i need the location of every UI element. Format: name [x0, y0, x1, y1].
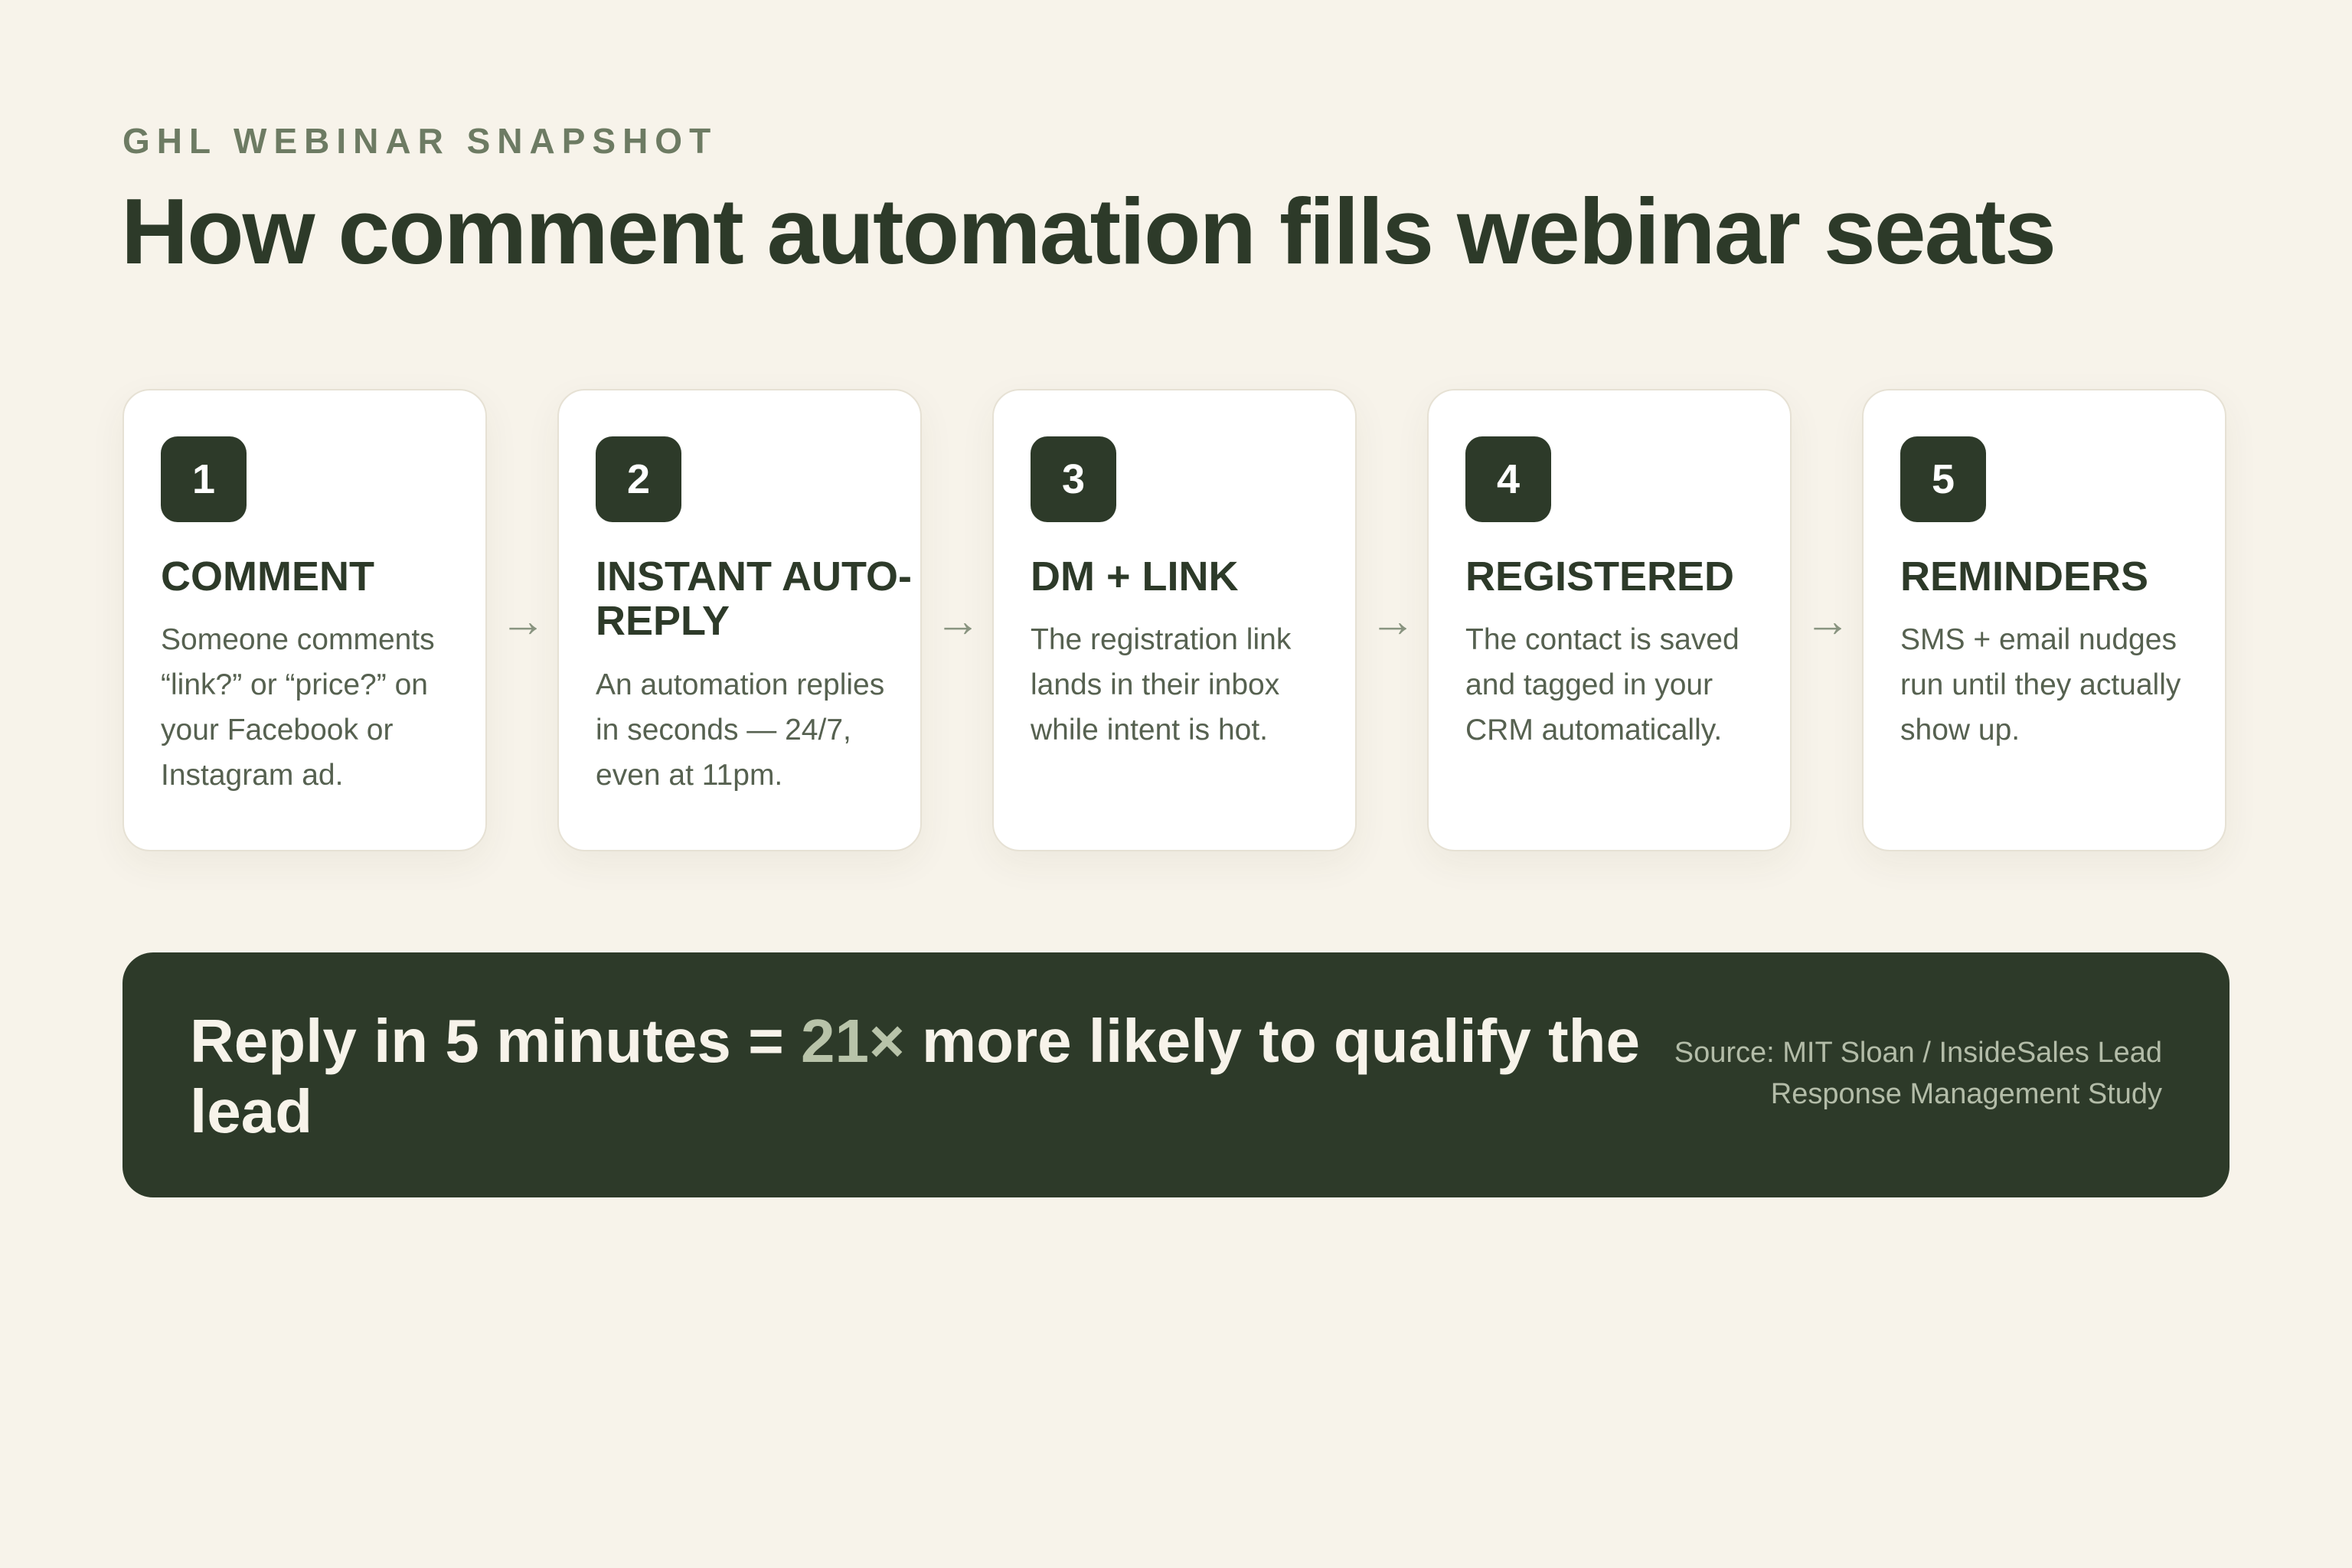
step-description: The registration link lands in their inb… — [1031, 623, 1292, 746]
step-title: DM + LINK — [1031, 554, 1239, 599]
step-description: SMS + email nudges run until they actual… — [1900, 623, 2181, 746]
arrow-right-icon: → — [1805, 595, 1851, 646]
step-description: The contact is saved and tagged in your … — [1465, 623, 1740, 746]
steps-flow: 1 COMMENT Someone comments “link?” or “p… — [122, 389, 2230, 854]
arrow-right-icon: → — [1370, 595, 1416, 646]
step-title: INSTANT AUTO-REPLY — [596, 554, 912, 644]
stat-multiplier: 21× — [801, 1007, 905, 1075]
step-title: REMINDERS — [1900, 554, 2149, 599]
step-number-badge: 5 — [1900, 436, 1986, 522]
stat-banner: Reply in 5 minutes = 21× more likely to … — [122, 952, 2230, 1197]
step-description: Someone comments “link?” or “price?” on … — [161, 623, 435, 792]
step-title: COMMENT — [161, 554, 374, 599]
step-number-badge: 3 — [1031, 436, 1116, 522]
arrow-right-icon: → — [935, 595, 981, 646]
page-title: How comment automation fills webinar sea… — [121, 179, 2056, 283]
arrow-right-icon: → — [500, 595, 546, 646]
step-card-1: 1 COMMENT Someone comments “link?” or “p… — [122, 389, 487, 851]
step-number-badge: 1 — [161, 436, 247, 522]
step-title: REGISTERED — [1465, 554, 1735, 599]
stat-headline: Reply in 5 minutes = 21× more likely to … — [190, 1006, 1645, 1147]
source-citation: Source: MIT Sloan / InsideSales Lead Res… — [1674, 1037, 2162, 1110]
step-card-4: 4 REGISTERED The contact is saved and ta… — [1427, 389, 1792, 851]
step-card-5: 5 REMINDERS SMS + email nudges run until… — [1862, 389, 2226, 851]
step-description: An automation replies in seconds — 24/7,… — [596, 668, 885, 792]
step-number-badge: 2 — [596, 436, 681, 522]
stat-headline-lead: Reply in 5 minutes = — [190, 1007, 802, 1075]
step-card-2: 2 INSTANT AUTO-REPLY An automation repli… — [557, 389, 922, 851]
step-card-3: 3 DM + LINK The registration link lands … — [992, 389, 1357, 851]
eyebrow-label: GHL WEBINAR SNAPSHOT — [122, 121, 718, 161]
step-number-badge: 4 — [1465, 436, 1551, 522]
